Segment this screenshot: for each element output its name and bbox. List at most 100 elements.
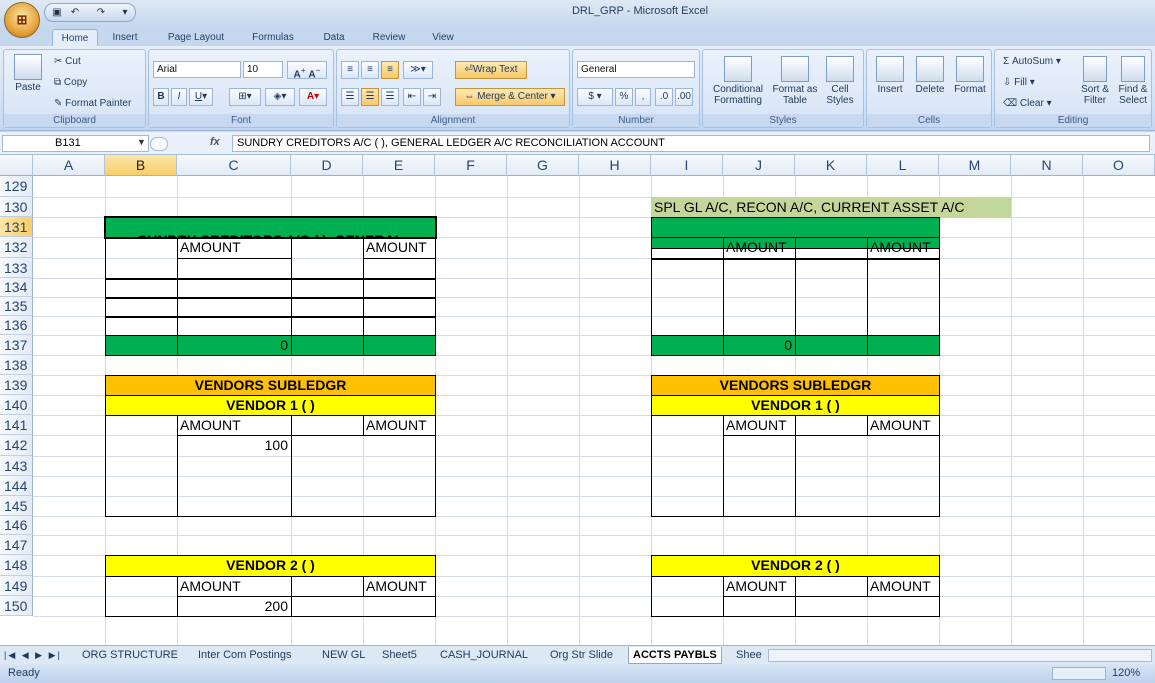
formula-input[interactable]: SUNDRY CREDITORS A/C ( ), GENERAL LEDGER… (232, 135, 1150, 152)
vendor1-col-b-right[interactable] (723, 435, 796, 517)
row-header-137[interactable]: 137 (0, 335, 33, 355)
vendor2-amount-left-left[interactable]: AMOUNT (177, 576, 292, 597)
sundry-col-b[interactable] (105, 237, 178, 336)
grow-shrink-font-button[interactable]: A+ A− (287, 61, 327, 80)
advance-amount-header-right[interactable]: AMOUNT (867, 237, 940, 259)
vendors-subledgr-left[interactable]: VENDORS SUBLEDGR (105, 375, 436, 396)
spl-gl-label[interactable]: SPL GL A/C, RECON A/C, CURRENT ASSET A/C (651, 197, 1011, 218)
row-header-149[interactable]: 149 (0, 576, 33, 596)
row-header-143[interactable]: 143 (0, 456, 33, 476)
sheet-tab-sheet-partial[interactable]: Shee (736, 647, 762, 664)
align-center-button[interactable]: ☰ (361, 88, 379, 106)
cell-styles-button[interactable]: Cell Styles (819, 56, 861, 106)
vendor2-col-cd-left[interactable] (291, 596, 436, 617)
column-header-k[interactable]: K (795, 155, 867, 176)
sheet-tab-inter-com-postings[interactable]: Inter Com Postings (198, 647, 292, 664)
row-header-142[interactable]: 142 (0, 435, 33, 456)
format-as-table-button[interactable]: Format as Table (771, 56, 819, 106)
row-header-146[interactable]: 146 (0, 516, 33, 535)
align-right-button[interactable]: ☰ (381, 88, 399, 106)
advance-total-value[interactable]: 0 (723, 335, 796, 356)
column-header-d[interactable]: D (291, 155, 363, 176)
row-header-135[interactable]: 135 (0, 297, 33, 316)
save-icon[interactable]: ▣ (51, 7, 63, 19)
format-cells-button[interactable]: Format (951, 56, 989, 95)
orientation-button[interactable]: ≫▾ (403, 61, 433, 79)
font-size-select[interactable]: 10 (243, 61, 283, 78)
autosum-button[interactable]: Σ AutoSum ▾ (1003, 56, 1061, 68)
advance-col-j[interactable] (723, 258, 796, 336)
font-name-select[interactable]: Arial (153, 61, 241, 78)
paste-button[interactable]: Paste (8, 54, 48, 93)
select-all-corner[interactable] (0, 155, 33, 176)
vendor1-col-cd-right[interactable] (795, 435, 940, 517)
column-header-e[interactable]: E (363, 155, 435, 176)
column-header-o[interactable]: O (1083, 155, 1155, 176)
column-header-a[interactable]: A (33, 155, 105, 176)
office-button[interactable]: ⊞ (4, 2, 40, 38)
fill-color-button[interactable]: ◈▾ (265, 88, 295, 106)
tab-page-layout[interactable]: Page Layout (160, 29, 232, 46)
row-header-136[interactable]: 136 (0, 316, 33, 335)
percent-button[interactable]: % (615, 88, 633, 106)
undo-icon[interactable]: ↶ (69, 7, 81, 19)
column-header-b[interactable]: B (105, 155, 177, 176)
font-color-button[interactable]: A▾ (299, 88, 327, 106)
sundry-amount-header-right[interactable]: AMOUNT (363, 237, 436, 259)
formula-bar-expand-icon[interactable] (150, 137, 168, 151)
customize-qat-icon[interactable]: ▾ (119, 7, 131, 19)
vendor1-title-left[interactable]: VENDOR 1 ( ) (105, 395, 436, 416)
vendor2-amount-left-right[interactable]: AMOUNT (723, 576, 796, 597)
align-middle-button[interactable]: ≡ (361, 61, 379, 79)
copy-button[interactable]: ⧉ Copy (54, 77, 87, 89)
row-header-132[interactable]: 132 (0, 237, 33, 258)
increase-indent-button[interactable]: ⇥ (423, 88, 441, 106)
vendor2-col-cd-right[interactable] (795, 596, 940, 617)
format-painter-button[interactable]: ✎ Format Painter (54, 98, 131, 110)
sundry-total-value[interactable]: 0 (177, 335, 292, 356)
column-header-c[interactable]: C (177, 155, 291, 176)
vendor1-col-a-right[interactable] (651, 415, 724, 517)
row-header-133[interactable]: 133 (0, 258, 33, 278)
view-buttons[interactable] (1052, 667, 1106, 680)
sheet-tab-new-gl[interactable]: NEW GL (322, 647, 365, 664)
row-header-150[interactable]: 150 (0, 596, 33, 616)
row-header-145[interactable]: 145 (0, 496, 33, 516)
row-header-147[interactable]: 147 (0, 535, 33, 555)
vendor2-amount-right-right[interactable]: AMOUNT (867, 576, 940, 597)
fill-button[interactable]: ⇩ Fill ▾ (1003, 77, 1035, 89)
vendor1-amount-right-left[interactable]: AMOUNT (363, 415, 436, 436)
column-header-h[interactable]: H (579, 155, 651, 176)
sundry-total-d[interactable] (291, 335, 364, 356)
delete-cells-button[interactable]: Delete (911, 56, 949, 95)
increase-decimal-button[interactable]: .0 (655, 88, 673, 106)
column-header-f[interactable]: F (435, 155, 507, 176)
row-header-134[interactable]: 134 (0, 278, 33, 297)
vendor2-title-right[interactable]: VENDOR 2 ( ) (651, 555, 940, 577)
merge-center-button[interactable]: ⇔ Merge & Center ▾ (455, 88, 565, 106)
vendor2-col-a-left[interactable] (105, 576, 178, 617)
tab-insert[interactable]: Insert (104, 29, 146, 46)
row-header-141[interactable]: 141 (0, 415, 33, 435)
row-header-131[interactable]: 131 (0, 217, 33, 237)
advance-total-l[interactable] (867, 335, 940, 356)
redo-icon[interactable]: ↷ (95, 7, 107, 19)
vendor2-amount-right-left[interactable]: AMOUNT (363, 576, 436, 597)
sundry-col-d[interactable] (291, 237, 364, 336)
advance-total-k[interactable] (795, 335, 868, 356)
vendor1-amount-right-right[interactable]: AMOUNT (867, 415, 940, 436)
row-header-148[interactable]: 148 (0, 555, 33, 576)
vendor1-title-right[interactable]: VENDOR 1 ( ) (651, 395, 940, 416)
column-header-g[interactable]: G (507, 155, 579, 176)
find-select-button[interactable]: Find & Select (1115, 56, 1151, 106)
vendor1-col-b-left[interactable]: 100 (177, 435, 292, 517)
row-header-139[interactable]: 139 (0, 375, 33, 395)
sheet-tab-org-structure[interactable]: ORG STRUCTURE (82, 647, 178, 664)
vendors-subledgr-right[interactable]: VENDORS SUBLEDGR (651, 375, 940, 396)
sheet-tab-accts-paybls[interactable]: ACCTS PAYBLS (628, 647, 722, 664)
sundry-total-b[interactable] (105, 335, 178, 356)
wrap-text-button[interactable]: ⏎Wrap Text (455, 61, 527, 79)
quick-access-toolbar[interactable]: ▣ ↶ ↷ ▾ (44, 3, 136, 22)
worksheet-grid[interactable]: A B C D E F G H I J K L M N O 129 130 131 132 133 134 135 136 1… (0, 155, 1155, 645)
insert-function-icon[interactable]: fx (210, 136, 220, 148)
